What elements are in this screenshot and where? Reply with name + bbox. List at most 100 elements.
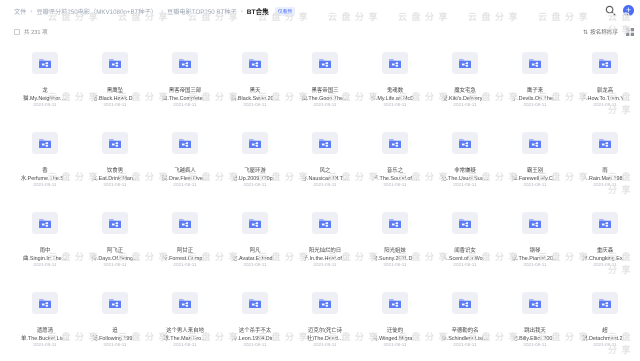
folder-name-line2: 了.Devils.On.The… (511, 96, 559, 102)
folder-item[interactable]: 重庆森 林.Chungking.Ex… 2021-06-11 (570, 200, 640, 280)
folder-item[interactable]: 霸王别 姬.Farewell.My.C… 2021-06-11 (500, 120, 570, 200)
folder-item[interactable]: 黑鹰坠 落.Black.Hawk.D… 2021-06-11 (80, 40, 150, 120)
folder-item[interactable]: 迈克尔(死亡诗 社)The.Dead… 2021-06-11 (290, 280, 360, 360)
folder-name-line1: 阳光灿烂的日 (308, 248, 342, 254)
share-badge[interactable]: 仅看我 (274, 6, 296, 16)
folder-name-line1: 香 (42, 168, 48, 174)
folder-name-line2: 便.Kiki's.Delivery… (442, 96, 488, 102)
folder-name-line1: 这个杀手不太 (238, 328, 272, 334)
folder-item[interactable]: 辛德勒的名 单.Schindlers.List… 2021-06-11 (430, 280, 500, 360)
folder-item[interactable]: 鹰子来 了.Devils.On.The… 2021-06-11 (500, 40, 570, 120)
folder-item[interactable]: 魔女宅急 便.Kiki's.Delivery… 2021-06-11 (430, 40, 500, 120)
folder-item[interactable]: 这个杀手不太 冷.Leon.1994.Dir… 2021-06-11 (220, 280, 290, 360)
folder-name-line2: 手.How.To.Train.Y… (580, 96, 630, 102)
folder-item[interactable]: 阿飞正 传.Days.Of.Being… 2021-06-11 (80, 200, 150, 280)
folder-name-line1: 重庆森 (596, 248, 614, 254)
folder-thumb (32, 132, 58, 154)
folder-date: 2021-06-11 (243, 262, 267, 267)
shared-folder-icon (249, 139, 261, 148)
folder-date: 2021-06-11 (523, 182, 547, 187)
folder-item[interactable]: 黑天 鹅.Black.Swan.20… 2021-06-11 (220, 40, 290, 120)
folder-date: 2021-06-11 (103, 342, 127, 347)
folder-item[interactable]: 黑客帝国三 曲.The.Good.The… 2021-06-11 (290, 40, 360, 120)
folder-thumb (592, 132, 618, 154)
folder-thumb (452, 212, 478, 234)
folder-name-line1: 龙 (42, 88, 48, 94)
folder-item[interactable]: 追 随.Following.199… 2021-06-11 (80, 280, 150, 360)
folder-name-line1: 超 (602, 328, 608, 334)
folder-name-line2: 单.Schindlers.List… (441, 336, 489, 342)
folder-item[interactable]: 非常嫌疑 犯.The.Usual.Sus… 2021-06-11 (430, 120, 500, 200)
select-all-checkbox[interactable] (14, 29, 20, 35)
folder-item[interactable]: 钢琴 家.The.Pianist.20… 2021-06-11 (500, 200, 570, 280)
folder-item[interactable]: 阿甘正 传.Forrest.Gump… 2021-06-11 (150, 200, 220, 280)
folder-item[interactable]: 超 脱.Detachment.2… 2021-06-11 (570, 280, 640, 360)
breadcrumb-separator: › (160, 7, 164, 15)
folder-item[interactable]: 遗愿清 单.The.Bucket.Lis… 2021-06-11 (10, 280, 80, 360)
folder-name-line1: 雨中 (39, 248, 51, 254)
folder-item[interactable]: 雨 人.Rain.Man.198… 2021-06-11 (570, 120, 640, 200)
folder-name-line2: 鸟.Winged.Migra… (372, 336, 418, 342)
breadcrumb-item[interactable]: 豆瓣评分前250电影（MKV1080p+BT种子） (36, 7, 157, 16)
folder-thumb (592, 292, 618, 314)
folder-item[interactable]: 这个男人来自地 球.The.Man.Fro… 2021-06-11 (150, 280, 220, 360)
folder-name-line1: 黑客帝国三部 (168, 88, 202, 94)
folder-date: 2021-06-11 (103, 102, 127, 107)
folder-name-line2: 曲.The.Good.The… (301, 96, 349, 102)
shared-folder-icon (389, 219, 401, 228)
folder-item[interactable]: 跳出我天 地.Billy.Elliot.200… 2021-06-11 (500, 280, 570, 360)
folder-name-line2: 曲.The.Complete… (161, 96, 209, 102)
folder-item[interactable]: 阿凡 达.Avatar.Extend… 2021-06-11 (220, 200, 290, 280)
folder-name-line2: 球.The.Man.Fro… (163, 336, 207, 342)
folder-name-line2: 曲.Singin.In.The… (22, 256, 68, 262)
folder-item[interactable]: 香 水.Perfume.The.S… 2021-06-11 (10, 120, 80, 200)
folder-date: 2021-06-11 (523, 262, 547, 267)
folder-name-line1: 驯龙高 (596, 88, 614, 94)
folder-item[interactable]: 飞屋环游 记.Up.2009.720p… 2021-06-11 (220, 120, 290, 200)
folder-thumb (102, 212, 128, 234)
folder-item[interactable]: 迁徙的 鸟.Winged.Migra… 2021-06-11 (360, 280, 430, 360)
folder-item[interactable]: 阳光灿烂的日 子.In.the.Heat.of… 2021-06-11 (290, 200, 360, 280)
shared-folder-icon (389, 59, 401, 68)
folder-thumb (522, 292, 548, 314)
sort-control[interactable]: ⇅ 按名称排序 (582, 28, 618, 37)
folder-thumb (312, 52, 338, 74)
sort-icon: ⇅ (582, 29, 589, 36)
folder-name-line1: 跳出我天 (524, 328, 546, 334)
breadcrumb-separator: › (240, 7, 243, 15)
shared-folder-icon (109, 139, 121, 148)
breadcrumb-item[interactable]: 豆瓣电影TOP250 BT种子 (167, 7, 237, 16)
folder-item[interactable]: 飞越疯人 院.One.Flew.Ove… 2021-06-11 (150, 120, 220, 200)
folder-date: 2021-06-11 (103, 182, 127, 187)
folder-item[interactable]: 黑客帝国三部 曲.The.Complete… 2021-06-11 (150, 40, 220, 120)
folder-thumb (242, 52, 268, 74)
shared-folder-icon (39, 299, 51, 308)
folder-thumb (172, 292, 198, 314)
file-grid: 龙 猫.My.Neighbor.… 2021-06-11 黑鹰坠 落.Black… (10, 40, 640, 360)
folder-date: 2021-06-11 (33, 102, 57, 107)
folder-date: 2021-06-11 (33, 342, 57, 347)
folder-name-line1: 追 (112, 328, 118, 334)
folder-item[interactable]: 音乐之 声.The.Sound.of… 2021-06-11 (360, 120, 430, 200)
folder-thumb (452, 52, 478, 74)
folder-item[interactable]: 饮食男 女.Eat.Drink.Man… 2021-06-11 (80, 120, 150, 200)
folder-item[interactable]: 阳光姐妹 淘.Sunny.2011.D… 2021-06-11 (360, 200, 430, 280)
folder-thumb (592, 212, 618, 234)
breadcrumb-item[interactable]: 文件 (14, 7, 26, 16)
view-toggle-icon[interactable] (626, 28, 634, 36)
folder-item[interactable]: 鬼魂数 事.My.Life.as.McD… 2021-06-11 (360, 40, 430, 120)
folder-date: 2021-06-11 (173, 182, 197, 187)
folder-name-line2: 声.The.Sound.of… (372, 176, 418, 182)
folder-item[interactable]: 龙 猫.My.Neighbor.… 2021-06-11 (10, 40, 80, 120)
folder-thumb (32, 292, 58, 314)
folder-item[interactable]: 驯龙高 手.How.To.Train.Y… 2021-06-11 (570, 40, 640, 120)
folder-date: 2021-06-11 (313, 262, 337, 267)
folder-item[interactable]: 风之 谷.Nausicaä.Of.T… 2021-06-11 (290, 120, 360, 200)
folder-date: 2021-06-11 (593, 182, 617, 187)
folder-thumb (172, 132, 198, 154)
folder-item[interactable]: 闻香识女 人.Scent.of.a.Wo… 2021-06-11 (430, 200, 500, 280)
folder-item[interactable]: 雨中 曲.Singin.In.The… 2021-06-11 (10, 200, 80, 280)
search-icon[interactable] (605, 5, 616, 16)
folder-date: 2021-06-11 (243, 342, 267, 347)
add-button[interactable]: + (623, 5, 634, 16)
